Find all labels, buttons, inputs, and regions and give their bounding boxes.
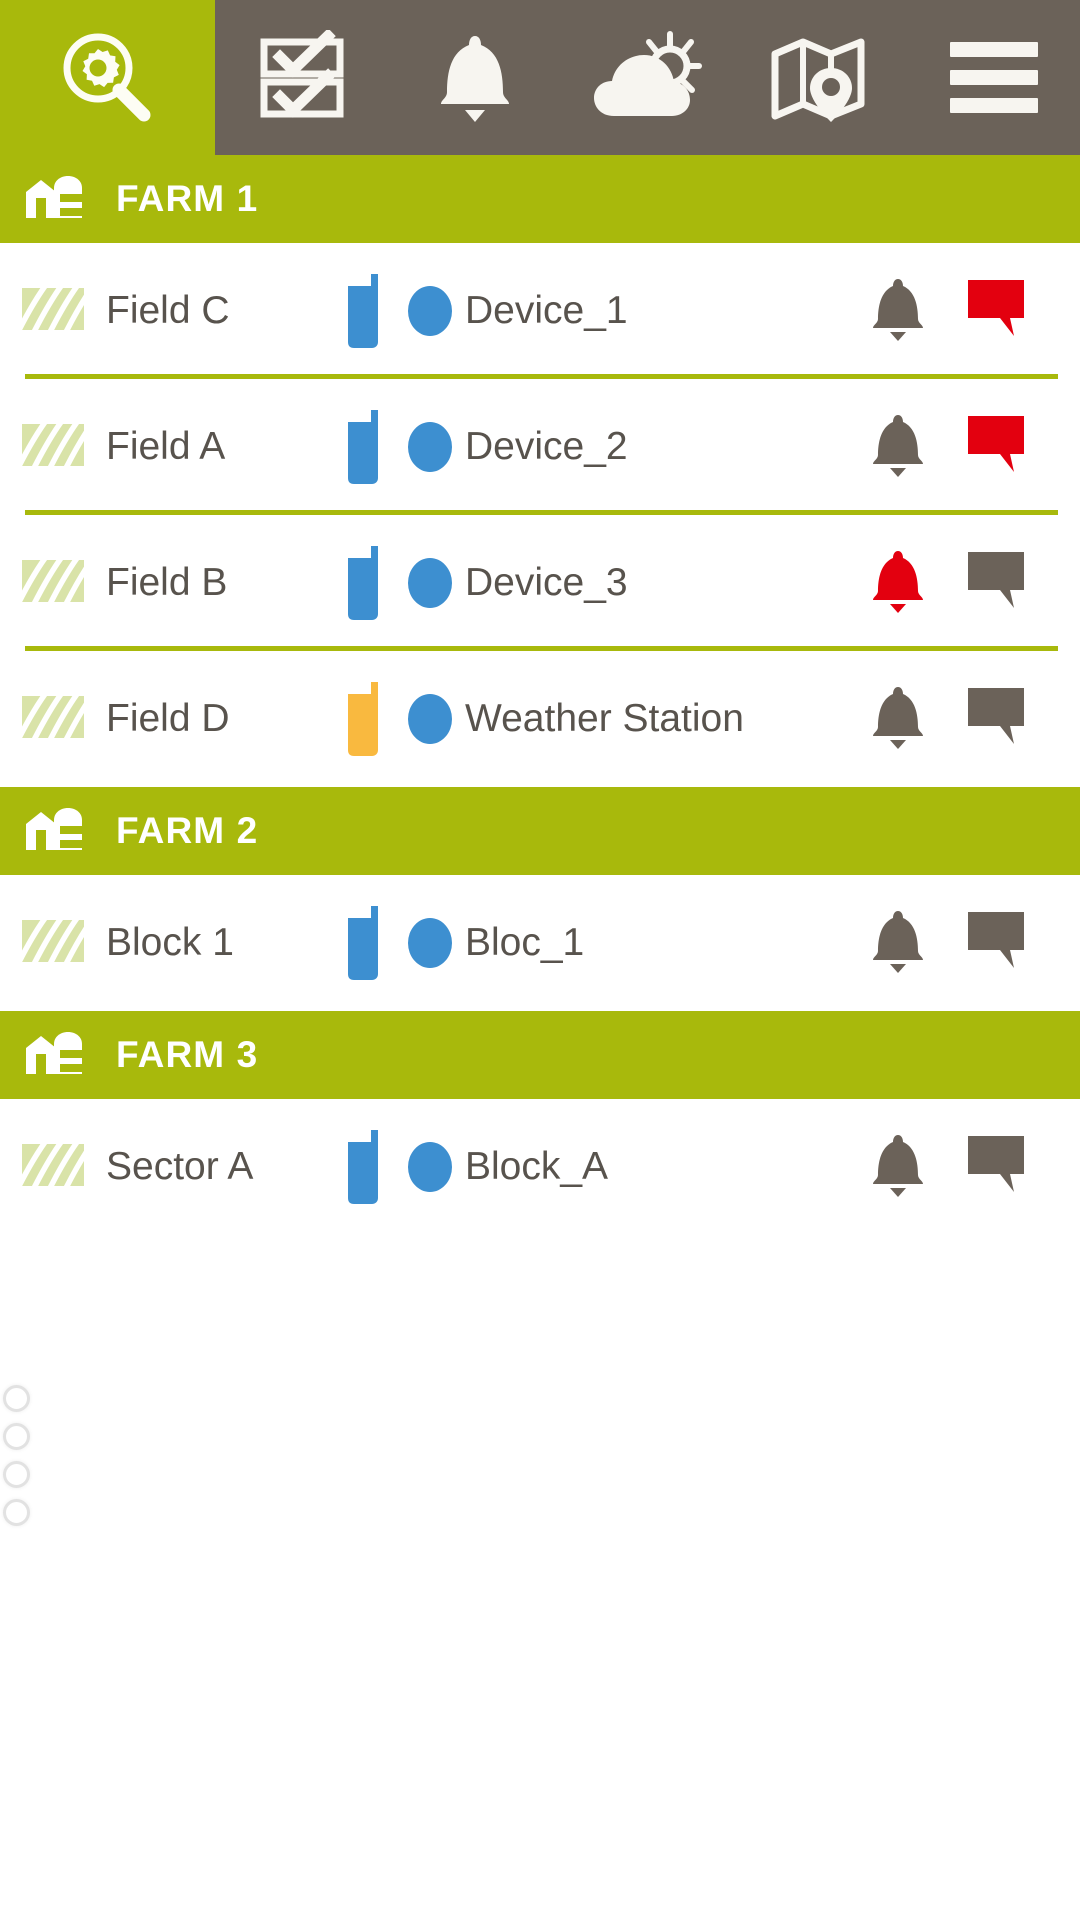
- battery-icon: [345, 272, 399, 350]
- top-toolbar: [0, 0, 1080, 155]
- menu-button[interactable]: [907, 0, 1080, 155]
- field-name-label: Block 1: [106, 921, 234, 964]
- tab-alarms[interactable]: [388, 0, 561, 155]
- alarm-bell-icon[interactable]: [868, 908, 928, 979]
- field-cell[interactable]: Sector A: [0, 1143, 345, 1191]
- alarm-bell-icon[interactable]: [868, 412, 928, 483]
- device-row[interactable]: Field A Device_2: [0, 379, 1080, 515]
- farm-name-label: FARM 3: [116, 1034, 259, 1075]
- row-actions: [850, 276, 1080, 347]
- tab-tasks[interactable]: [215, 0, 388, 155]
- search-gear-icon: [56, 26, 160, 130]
- status-dot-icon: [399, 419, 461, 475]
- device-cell[interactable]: Bloc_1: [345, 904, 850, 982]
- field-cell[interactable]: Block 1: [0, 919, 345, 967]
- message-bubble-icon[interactable]: [966, 414, 1028, 481]
- message-bubble-icon[interactable]: [966, 686, 1028, 753]
- field-furrow-icon: [22, 919, 84, 967]
- cloud-sun-icon: [592, 28, 704, 128]
- field-furrow-icon: [22, 423, 84, 471]
- barn-icon: [24, 172, 90, 227]
- device-cell[interactable]: Device_3: [345, 544, 850, 622]
- status-dot-icon: [399, 1139, 461, 1195]
- device-cell[interactable]: Device_2: [345, 408, 850, 486]
- circle-outline-icon[interactable]: [3, 1461, 30, 1488]
- field-name-label: Field B: [106, 561, 228, 604]
- status-dot-icon: [399, 915, 461, 971]
- farm-name-label: FARM 2: [116, 810, 259, 851]
- map-pin-icon: [769, 30, 873, 126]
- farm-header[interactable]: FARM 1: [0, 155, 1080, 243]
- field-name-label: Sector A: [106, 1145, 254, 1188]
- device-name-label: Bloc_1: [465, 921, 585, 964]
- field-cell[interactable]: Field A: [0, 423, 345, 471]
- device-row[interactable]: Block 1 Bloc_1: [0, 875, 1080, 1011]
- barn-icon: [24, 1028, 90, 1083]
- row-actions: [850, 412, 1080, 483]
- tab-weather[interactable]: [561, 0, 734, 155]
- field-furrow-icon: [22, 1143, 84, 1191]
- field-cell[interactable]: Field D: [0, 695, 345, 743]
- row-actions: [850, 684, 1080, 755]
- alarm-bell-icon[interactable]: [868, 1132, 928, 1203]
- circle-outline-icon[interactable]: [3, 1499, 30, 1526]
- device-row[interactable]: Field D Weather Station: [0, 651, 1080, 787]
- row-actions: [850, 1132, 1080, 1203]
- device-name-label: Block_A: [465, 1145, 609, 1188]
- row-actions: [850, 908, 1080, 979]
- device-cell[interactable]: Block_A: [345, 1128, 850, 1206]
- tab-map[interactable]: [734, 0, 907, 155]
- battery-icon: [345, 680, 399, 758]
- device-name-label: Device_1: [465, 289, 628, 332]
- farm-name-label: FARM 1: [116, 178, 259, 219]
- field-name-label: Field A: [106, 425, 226, 468]
- device-name-label: Weather Station: [465, 697, 744, 740]
- field-furrow-icon: [22, 695, 84, 743]
- field-furrow-icon: [22, 559, 84, 607]
- battery-icon: [345, 904, 399, 982]
- field-cell[interactable]: Field B: [0, 559, 345, 607]
- device-cell[interactable]: Device_1: [345, 272, 850, 350]
- device-row[interactable]: Field C Device_1: [0, 243, 1080, 379]
- device-row[interactable]: Sector A Block_A: [0, 1099, 1080, 1235]
- field-name-label: Field D: [106, 697, 230, 740]
- circle-outline-icon[interactable]: [3, 1423, 30, 1450]
- message-bubble-icon[interactable]: [966, 910, 1028, 977]
- row-actions: [850, 548, 1080, 619]
- message-bubble-icon[interactable]: [966, 1134, 1028, 1201]
- status-dot-icon: [399, 691, 461, 747]
- hamburger-menu-icon: [949, 42, 1038, 113]
- checklist-icon: [254, 29, 350, 126]
- farm-header[interactable]: FARM 3: [0, 1011, 1080, 1099]
- device-row[interactable]: Field B Device_3: [0, 515, 1080, 651]
- field-furrow-icon: [22, 287, 84, 335]
- field-name-label: Field C: [106, 289, 230, 332]
- barn-icon: [24, 804, 90, 859]
- message-bubble-icon[interactable]: [966, 550, 1028, 617]
- search-button[interactable]: [0, 0, 215, 155]
- message-bubble-icon[interactable]: [966, 278, 1028, 345]
- circle-outline-icon[interactable]: [3, 1385, 30, 1412]
- device-name-label: Device_2: [465, 425, 628, 468]
- battery-icon: [345, 544, 399, 622]
- battery-icon: [345, 408, 399, 486]
- pager-dots[interactable]: [3, 1385, 30, 1526]
- alarm-bell-icon[interactable]: [868, 684, 928, 755]
- field-cell[interactable]: Field C: [0, 287, 345, 335]
- device-name-label: Device_3: [465, 561, 628, 604]
- bell-icon: [429, 30, 521, 126]
- farm-header[interactable]: FARM 2: [0, 787, 1080, 875]
- status-dot-icon: [399, 283, 461, 339]
- battery-icon: [345, 1128, 399, 1206]
- alarm-bell-icon[interactable]: [868, 548, 928, 619]
- toolbar-icon-strip: [215, 0, 1080, 155]
- device-cell[interactable]: Weather Station: [345, 680, 850, 758]
- farm-list: FARM 1 Field C Device_1 Field A Device_2…: [0, 155, 1080, 1235]
- status-dot-icon: [399, 555, 461, 611]
- alarm-bell-icon[interactable]: [868, 276, 928, 347]
